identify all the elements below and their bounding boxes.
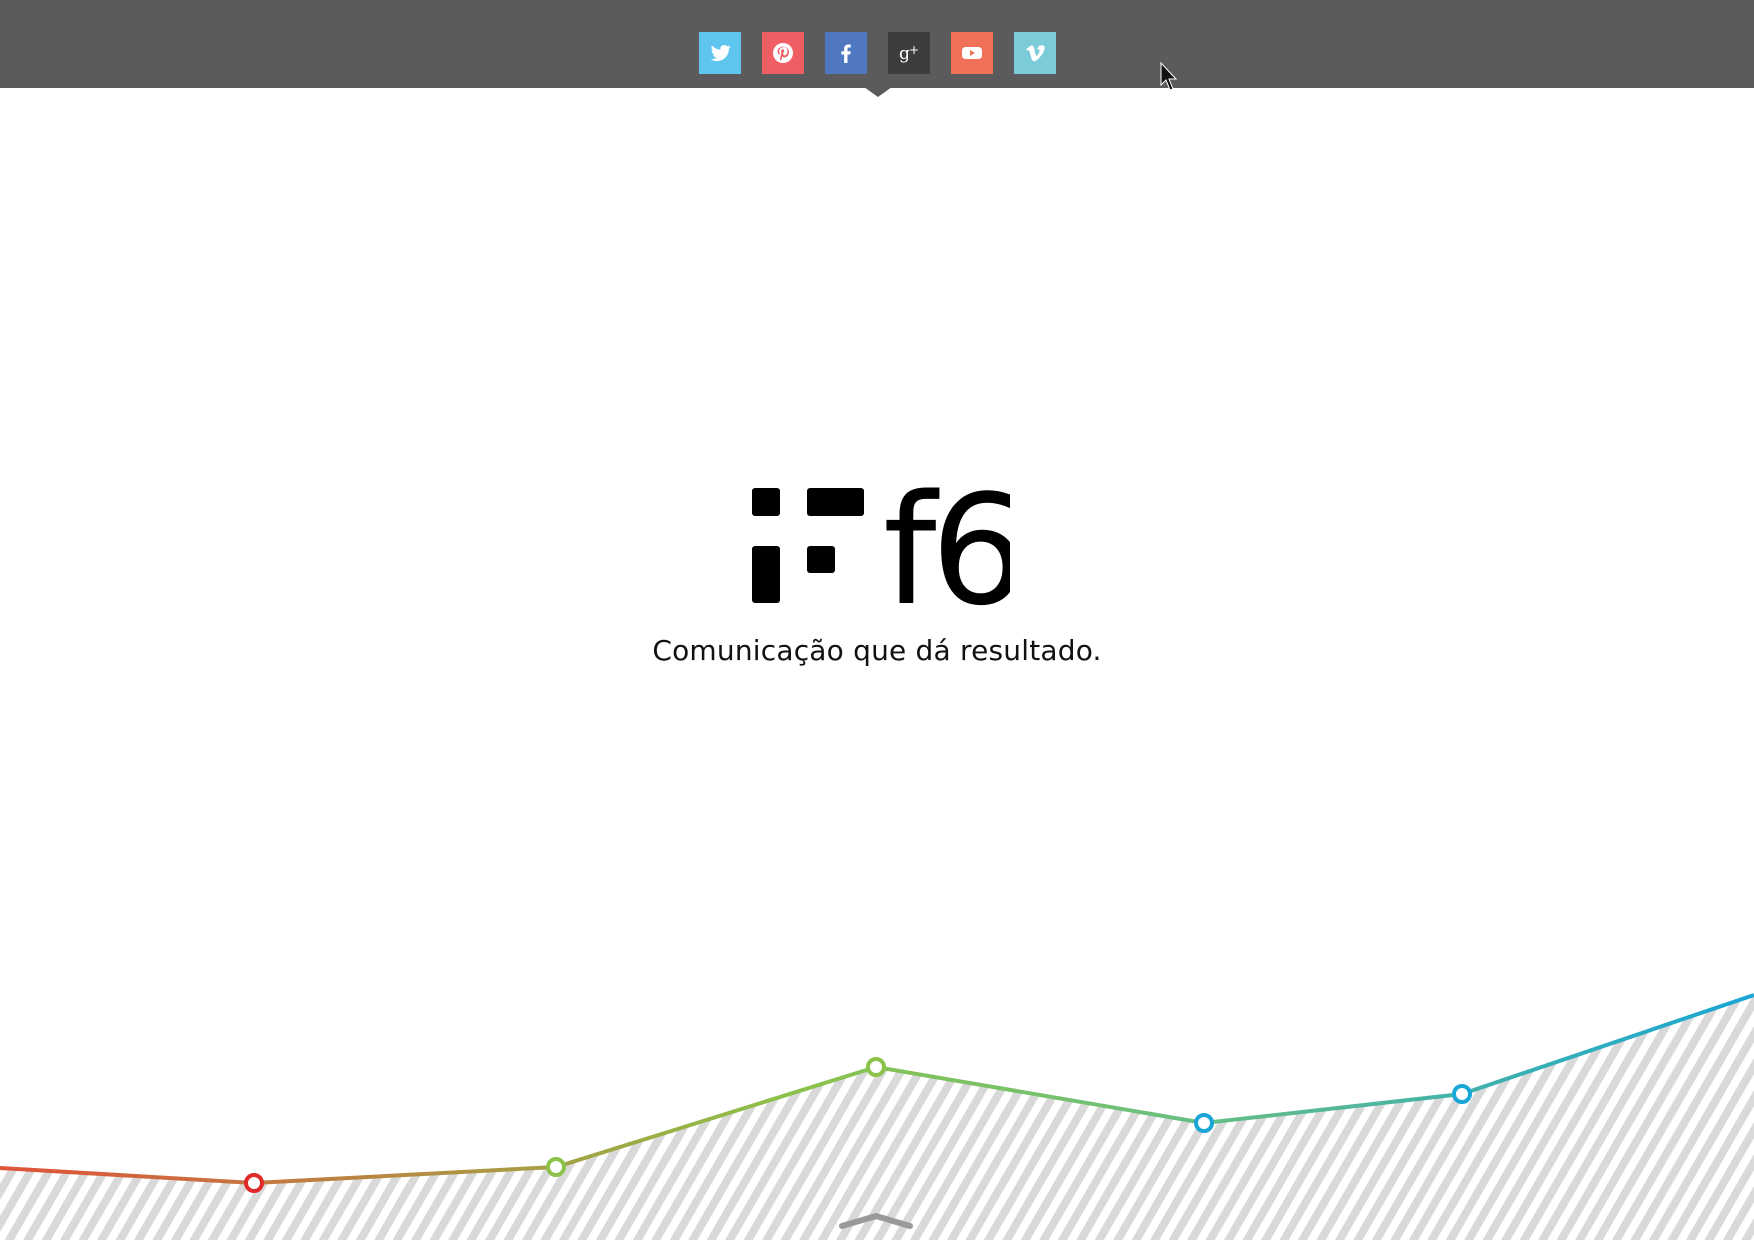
decorative-line-chart <box>0 993 1754 1240</box>
logo-text: f6 <box>883 486 1010 606</box>
social-links: g + <box>699 32 1056 74</box>
svg-text:+: + <box>909 43 919 57</box>
chart-point <box>1194 1113 1214 1133</box>
f6-logo: f6 <box>752 486 1010 606</box>
pinterest-icon <box>773 43 793 63</box>
youtube-button[interactable] <box>951 32 993 74</box>
vimeo-icon <box>1025 45 1045 62</box>
chart-point <box>546 1157 566 1177</box>
chart-point <box>866 1057 886 1077</box>
pinterest-button[interactable] <box>762 32 804 74</box>
chart-line <box>0 993 1754 1186</box>
youtube-icon <box>962 47 982 59</box>
tagline: Comunicação que dá resultado. <box>652 634 1102 667</box>
twitter-icon <box>710 44 731 62</box>
scroll-up-chevron-icon[interactable] <box>838 1208 914 1232</box>
google-plus-button[interactable]: g + <box>888 32 930 74</box>
chart-point <box>244 1173 264 1193</box>
facebook-button[interactable] <box>825 32 867 74</box>
twitter-button[interactable] <box>699 32 741 74</box>
chart-point <box>1452 1084 1472 1104</box>
top-bar: g + <box>0 0 1754 88</box>
vimeo-button[interactable] <box>1014 32 1056 74</box>
top-bar-indicator <box>864 87 892 97</box>
chart-hatched-area <box>0 995 1754 1240</box>
google-plus-icon: g + <box>899 43 919 64</box>
facebook-icon <box>841 44 851 63</box>
mouse-cursor-icon <box>1160 62 1178 91</box>
